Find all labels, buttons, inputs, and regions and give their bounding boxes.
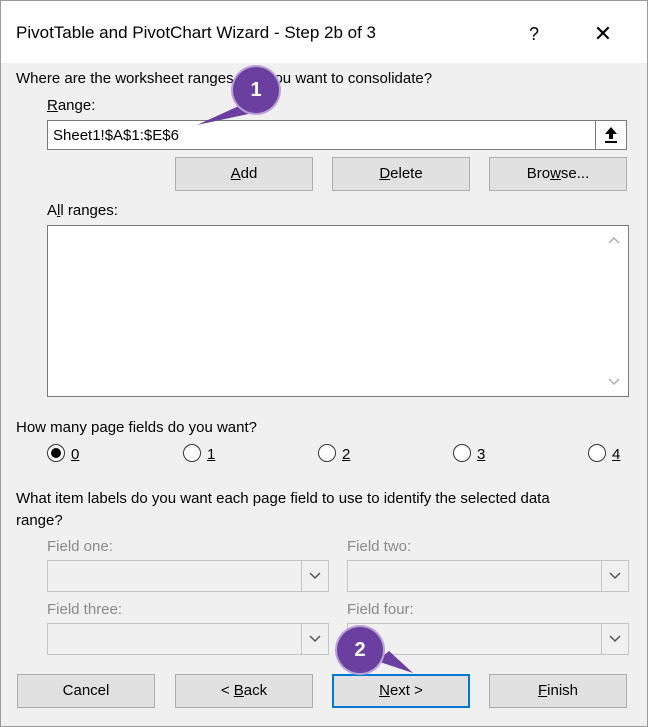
- callout-arrows: [197, 105, 413, 673]
- callout-1-badge: 1: [233, 67, 279, 113]
- wizard-dialog: PivotTable and PivotChart Wizard - Step …: [0, 0, 648, 727]
- callout-2-badge: 2: [337, 627, 383, 673]
